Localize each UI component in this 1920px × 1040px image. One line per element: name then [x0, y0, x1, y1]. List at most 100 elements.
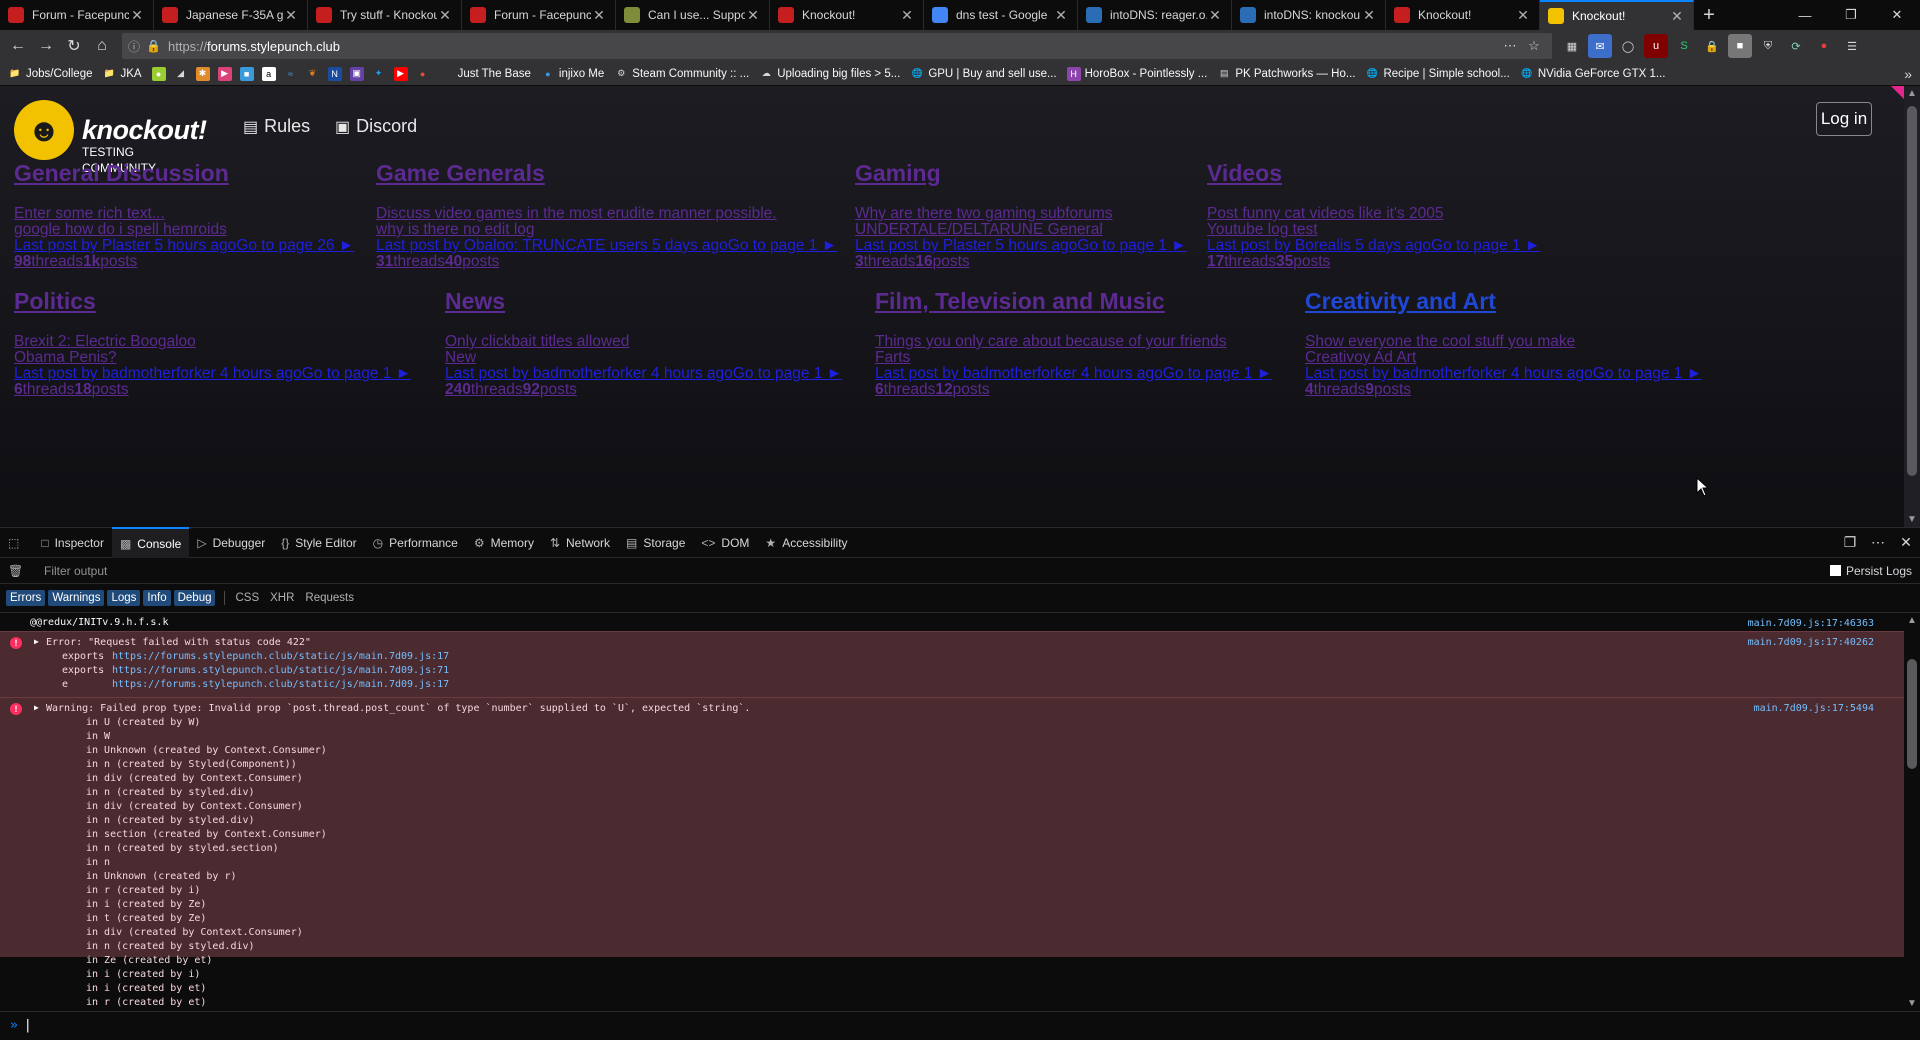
site-info-icon[interactable]: ⓘ	[128, 38, 146, 55]
glasses-extension-icon[interactable]: ◯	[1616, 34, 1640, 58]
tab-debugger[interactable]: ▷ Debugger	[189, 527, 273, 558]
n-bookmark-icon[interactable]: N	[327, 66, 342, 81]
expand-triangle-icon[interactable]: ▶	[34, 637, 39, 646]
browser-tab[interactable]: Forum - Facepunch ✕	[462, 0, 616, 30]
green-bookmark-icon[interactable]: ●	[151, 66, 166, 81]
bookmark-nvidia[interactable]: 🌐 NVidia GeForce GTX 1...	[1520, 67, 1665, 81]
nav-discord[interactable]: ▣ Discord	[335, 116, 417, 137]
red-circle-bookmark-icon[interactable]: ●	[416, 67, 430, 81]
browser-tab[interactable]: intoDNS: reager.o... ✕	[1078, 0, 1232, 30]
feather-bookmark-icon[interactable]: ❦	[306, 67, 320, 81]
scroll-up-icon[interactable]: ▲	[1904, 615, 1920, 626]
tab-performance[interactable]: ◷ Performance	[365, 527, 466, 558]
shield-extension-icon[interactable]: ⛨	[1756, 34, 1780, 58]
close-tab-icon[interactable]: ✕	[283, 7, 299, 24]
subforum-description[interactable]: Show everyone the cool stuff you make	[1305, 334, 1702, 350]
bookmarks-overflow-icon[interactable]: »	[1904, 66, 1912, 82]
element-picker-icon[interactable]: ⬚	[0, 527, 33, 558]
close-tab-icon[interactable]: ✕	[899, 7, 915, 24]
close-devtools-icon[interactable]: ✕	[1892, 534, 1920, 551]
close-tab-icon[interactable]: ✕	[129, 7, 145, 24]
expand-triangle-icon[interactable]: ▶	[34, 703, 39, 712]
source-link[interactable]: main.7d09.js:17:5494	[1754, 703, 1874, 714]
tab-memory[interactable]: ⚙ Memory	[466, 527, 542, 558]
filter-warnings[interactable]: Warnings	[48, 590, 105, 606]
bookmark-pk-patchworks[interactable]: ▤ PK Patchworks — Ho...	[1217, 67, 1355, 81]
tab-console[interactable]: ▩ Console	[111, 527, 190, 558]
forward-icon[interactable]: →	[32, 32, 60, 60]
nav-rules[interactable]: ▤ Rules	[243, 116, 310, 137]
latest-thread-link[interactable]: Youtube log test	[1207, 222, 1540, 238]
grey-extension-icon[interactable]: ■	[1728, 34, 1752, 58]
red-extension-icon[interactable]: ●	[1812, 34, 1836, 58]
subforum-title[interactable]: Game Generals	[376, 158, 837, 188]
site-logo[interactable]: ☻ knockout! TESTING COMMUNITY	[14, 100, 207, 175]
bookmark-injixo[interactable]: ● injixo Me	[541, 67, 604, 81]
last-post-link[interactable]: Last post by Obaloo: TRUNCATE users 5 da…	[376, 238, 837, 254]
bookmark-steam[interactable]: ⚙ Steam Community :: ...	[614, 67, 749, 81]
last-post-link[interactable]: Last post by badmotherforker 4 hours ago…	[1305, 366, 1702, 382]
scroll-down-icon[interactable]: ▼	[1904, 998, 1920, 1009]
close-tab-icon[interactable]: ✕	[1361, 7, 1377, 24]
browser-tab[interactable]: Knockout! ✕	[770, 0, 924, 30]
filter-requests[interactable]: Requests	[301, 590, 358, 606]
reload-icon[interactable]: ↻	[60, 32, 88, 60]
latest-thread-link[interactable]: Farts	[875, 350, 1272, 366]
bookmark-jobs-college[interactable]: 📁 Jobs/College	[8, 67, 92, 81]
scroll-down-icon[interactable]: ▼	[1904, 514, 1920, 525]
tab-inspector[interactable]: □ Inspector	[33, 527, 112, 558]
mail-extension-icon[interactable]: ✉	[1588, 34, 1612, 58]
bookmark-uploading[interactable]: ☁ Uploading big files > 5...	[759, 67, 901, 81]
close-tab-icon[interactable]: ✕	[1053, 7, 1069, 24]
subforum-title[interactable]: Politics	[14, 286, 411, 316]
s-extension-icon[interactable]: S	[1672, 34, 1696, 58]
bookmark-recipe[interactable]: 🌐 Recipe | Simple school...	[1365, 67, 1510, 81]
tab-style-editor[interactable]: {} Style Editor	[273, 527, 364, 558]
subforum-description[interactable]: Things you only care about because of yo…	[875, 334, 1272, 350]
browser-tab[interactable]: Knockout! ✕	[1386, 0, 1540, 30]
filter-xhr[interactable]: XHR	[266, 590, 298, 606]
back-icon[interactable]: ←	[4, 32, 32, 60]
refresh-extension-icon[interactable]: ⟳	[1784, 34, 1808, 58]
persist-logs-toggle[interactable]: Persist Logs	[1829, 564, 1912, 578]
console-input[interactable]: » |	[0, 1011, 1920, 1040]
bookmark-star-icon[interactable]: ☆	[1522, 38, 1546, 54]
subforum-description[interactable]: Post funny cat videos like it's 2005	[1207, 206, 1540, 222]
subforum-description[interactable]: Why are there two gaming subforums	[855, 206, 1187, 222]
browser-tab[interactable]: Forum - Facepunch ✕	[0, 0, 154, 30]
subforum-title[interactable]: General Discussion	[14, 158, 354, 188]
dock-icon[interactable]: ❐	[1836, 534, 1864, 551]
url-text[interactable]: https://forums.stylepunch.club	[168, 39, 1498, 54]
tab-network[interactable]: ⇅ Network	[542, 527, 618, 558]
console-scrollbar[interactable]: ▲ ▼	[1904, 613, 1920, 1011]
login-button[interactable]: Log in	[1816, 102, 1872, 136]
browser-tab[interactable]: Try stuff - Knockout ✕	[308, 0, 462, 30]
last-post-link[interactable]: Last post by Borealis 5 days agoGo to pa…	[1207, 238, 1540, 254]
persist-logs-checkbox[interactable]	[1829, 565, 1841, 576]
tab-storage[interactable]: ▤ Storage	[618, 527, 693, 558]
filter-logs[interactable]: Logs	[107, 590, 141, 606]
close-tab-icon[interactable]: ✕	[1207, 7, 1223, 24]
close-tab-icon[interactable]: ✕	[1515, 7, 1531, 24]
home-icon[interactable]: ⌂	[88, 32, 116, 60]
filter-info[interactable]: Info	[143, 590, 171, 606]
frame-location-link[interactable]: https://forums.stylepunch.club/static/js…	[112, 665, 449, 676]
last-post-link[interactable]: Last post by badmotherforker 4 hours ago…	[14, 366, 411, 382]
more-options-icon[interactable]: ⋯	[1864, 534, 1892, 551]
padlock-extension-icon[interactable]: 🔒	[1700, 34, 1724, 58]
subforum-description[interactable]: Only clickbait titles allowed	[445, 334, 842, 350]
ublock-icon[interactable]: u	[1644, 34, 1668, 58]
orange-bookmark-icon[interactable]: ✱	[195, 66, 210, 81]
bookmark-horobox[interactable]: H HoroBox - Pointlessly ...	[1066, 66, 1207, 81]
filter-input[interactable]: Filter output	[44, 564, 107, 578]
twitter-icon[interactable]: ✦	[372, 67, 386, 81]
latest-thread-link[interactable]: UNDERTALE/DELTARUNE General	[855, 222, 1187, 238]
close-window-icon[interactable]: ✕	[1874, 0, 1920, 30]
wave-bookmark-icon[interactable]: ≈	[284, 67, 298, 81]
trash-icon[interactable]: 🗑	[8, 564, 28, 578]
frame-location-link[interactable]: https://forums.stylepunch.club/static/js…	[112, 651, 449, 662]
close-tab-icon[interactable]: ✕	[1669, 8, 1685, 25]
youtube-icon[interactable]: ▶	[393, 66, 408, 81]
subforum-description[interactable]: Discuss video games in the most erudite …	[376, 206, 837, 222]
filter-debug[interactable]: Debug	[173, 590, 216, 606]
